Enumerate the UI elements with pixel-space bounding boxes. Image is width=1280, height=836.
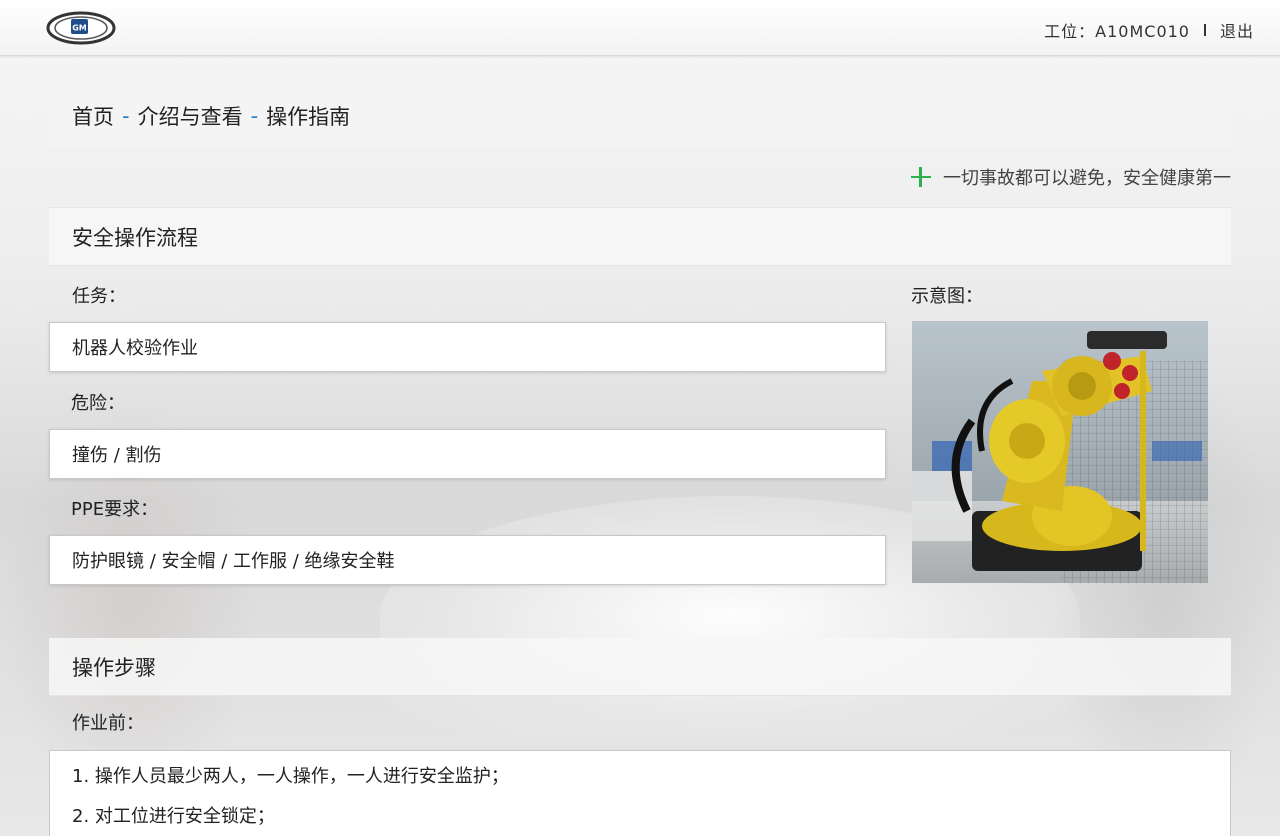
danger-field: 撞伤 / 割伤 bbox=[49, 429, 886, 479]
main-content: 首页 - 介绍与查看 - 操作指南 一切事故都可以避免，安全健康第一 安全操作流… bbox=[49, 85, 1231, 836]
breadcrumb-current: 操作指南 bbox=[266, 104, 351, 129]
logout-link[interactable]: 退出 bbox=[1220, 18, 1254, 42]
section-title: 操作步骤 bbox=[72, 655, 156, 680]
diagram-label: 示意图： bbox=[911, 286, 983, 307]
header-separator bbox=[1203, 24, 1206, 36]
safety-slogan: 一切事故都可以避免，安全健康第一 bbox=[943, 167, 1231, 189]
section-title: 安全操作流程 bbox=[72, 225, 198, 250]
breadcrumb: 首页 - 介绍与查看 - 操作指南 bbox=[49, 85, 1231, 146]
robot-diagram-image bbox=[912, 321, 1208, 583]
before-work-label: 作业前： bbox=[72, 713, 144, 734]
ppe-field: 防护眼镜 / 安全帽 / 工作服 / 绝缘安全鞋 bbox=[49, 535, 886, 585]
slogan-row: 一切事故都可以避免，安全健康第一 bbox=[49, 146, 1231, 208]
ppe-label: PPE要求： bbox=[71, 499, 159, 520]
list-item: 1. 操作人员最少两人，一人操作，一人进行安全监护； bbox=[72, 766, 509, 787]
danger-label: 危险： bbox=[71, 393, 125, 414]
top-bar: GM 工位：A10MC010 退出 bbox=[0, 0, 1280, 55]
safety-flow-header: 安全操作流程 bbox=[49, 208, 1231, 266]
safety-flow-area: 任务： 机器人校验作业 危险： 撞伤 / 割伤 PPE要求： 防护眼镜 / 安全… bbox=[49, 266, 1231, 638]
task-label: 任务： bbox=[72, 286, 126, 307]
breadcrumb-separator: - bbox=[122, 103, 130, 128]
before-steps-list: 1. 操作人员最少两人，一人操作，一人进行安全监护； 2. 对工位进行安全锁定； bbox=[49, 750, 1231, 836]
breadcrumb-separator: - bbox=[250, 103, 259, 128]
list-item: 2. 对工位进行安全锁定； bbox=[72, 806, 275, 827]
header-right: 工位：A10MC010 退出 bbox=[1044, 18, 1254, 42]
logo-text: GM bbox=[72, 24, 87, 33]
breadcrumb-intro[interactable]: 介绍与查看 bbox=[138, 101, 243, 131]
safety-cross-icon bbox=[911, 166, 933, 188]
steps-header: 操作步骤 bbox=[49, 638, 1231, 696]
task-field: 机器人校验作业 bbox=[49, 322, 886, 372]
breadcrumb-home[interactable]: 首页 bbox=[72, 101, 114, 131]
station-label: 工位：A10MC010 bbox=[1044, 22, 1190, 41]
gm-logo: GM bbox=[46, 10, 116, 46]
